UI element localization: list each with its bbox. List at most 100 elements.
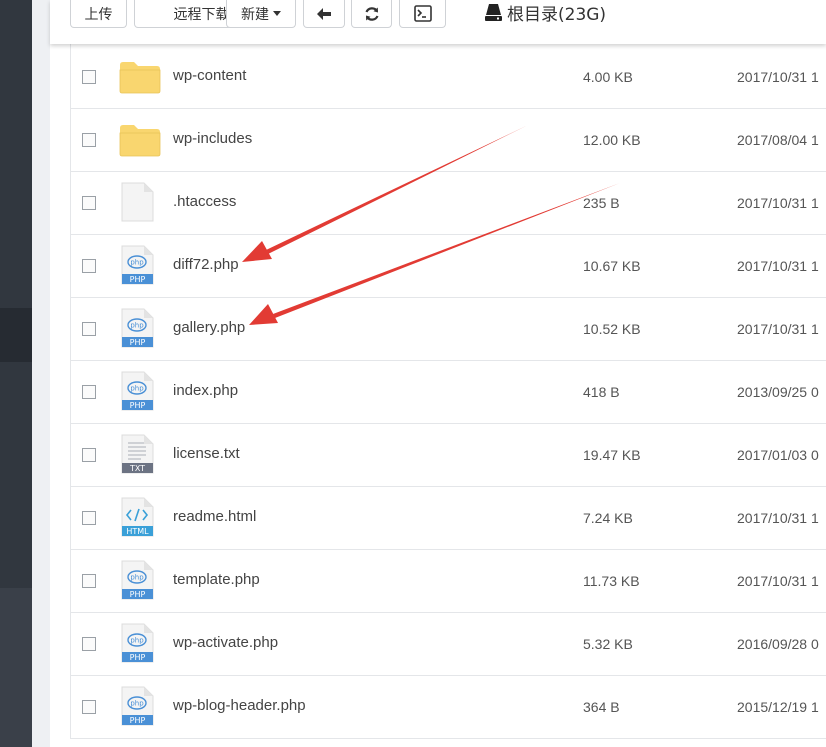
file-name[interactable]: gallery.php: [173, 319, 245, 336]
file-row[interactable]: php PHP gallery.php 10.52 KB 2017/10/31 1: [70, 298, 826, 361]
file-checkbox[interactable]: [82, 385, 96, 399]
svg-text:PHP: PHP: [130, 338, 146, 347]
php-file-icon: php PHP: [119, 686, 155, 731]
file-date: 2017/10/31 1: [737, 69, 819, 85]
caret-down-icon: [273, 11, 281, 16]
file-size: 5.32 KB: [583, 636, 633, 652]
file-date: 2017/10/31 1: [737, 321, 819, 337]
svg-text:HTML: HTML: [126, 527, 149, 536]
svg-text:PHP: PHP: [130, 716, 146, 725]
file-checkbox[interactable]: [82, 259, 96, 273]
file-size: 11.73 KB: [583, 573, 640, 589]
svg-text:php: php: [130, 574, 144, 582]
sidebar-active-item[interactable]: [0, 308, 32, 362]
blank-file-icon: [119, 182, 155, 227]
file-toolbar: 上传 远程下载 新建 根目录(23G): [50, 0, 826, 44]
svg-text:PHP: PHP: [130, 590, 146, 599]
file-checkbox[interactable]: [82, 133, 96, 147]
refresh-icon: [364, 6, 379, 21]
file-checkbox[interactable]: [82, 196, 96, 210]
svg-text:TXT: TXT: [129, 464, 145, 473]
svg-text:php: php: [130, 259, 144, 267]
file-row[interactable]: php PHP wp-blog-header.php 364 B 2015/12/19 …: [70, 676, 826, 739]
file-size: 235 B: [583, 195, 620, 211]
php-file-icon: php PHP: [119, 371, 155, 416]
file-date: 2017/10/31 1: [737, 573, 819, 589]
root-directory-text: 根目录(23G): [507, 4, 607, 25]
file-checkbox[interactable]: [82, 700, 96, 714]
disk-icon: [485, 3, 502, 21]
left-sidebar: [0, 0, 32, 747]
file-checkbox[interactable]: [82, 574, 96, 588]
file-name[interactable]: wp-content: [173, 67, 246, 84]
file-name[interactable]: .htaccess: [173, 193, 236, 210]
file-date: 2017/10/31 1: [737, 510, 819, 526]
file-checkbox[interactable]: [82, 511, 96, 525]
svg-text:PHP: PHP: [130, 401, 146, 410]
file-row[interactable]: php PHP template.php 11.73 KB 2017/10/31 1: [70, 550, 826, 613]
folder-icon: [119, 123, 161, 162]
file-name[interactable]: wp-includes: [173, 130, 252, 147]
new-dropdown-button[interactable]: 新建: [226, 0, 296, 28]
file-date: 2017/08/04 1: [737, 132, 819, 148]
file-size: 19.47 KB: [583, 447, 641, 463]
folder-icon: [119, 60, 161, 99]
file-row[interactable]: php PHP diff72.php 10.67 KB 2017/10/31 1: [70, 235, 826, 298]
file-date: 2017/10/31 1: [737, 258, 819, 274]
terminal-icon: [413, 5, 432, 22]
back-button[interactable]: [303, 0, 345, 28]
html-file-icon: HTML: [119, 497, 155, 542]
file-row[interactable]: php PHP wp-activate.php 5.32 KB 2016/09/28 0: [70, 613, 826, 676]
file-size: 7.24 KB: [583, 510, 633, 526]
file-row[interactable]: php PHP index.php 418 B 2013/09/25 0: [70, 361, 826, 424]
file-row[interactable]: wp-includes 12.00 KB 2017/08/04 1: [70, 109, 826, 172]
file-size: 12.00 KB: [583, 132, 641, 148]
file-date: 2015/12/19 1: [737, 699, 819, 715]
file-row[interactable]: wp-content 4.00 KB 2017/10/31 1: [70, 44, 826, 109]
file-name[interactable]: wp-blog-header.php: [173, 697, 306, 714]
file-row[interactable]: .htaccess 235 B 2017/10/31 1: [70, 172, 826, 235]
svg-text:PHP: PHP: [130, 275, 146, 284]
refresh-button[interactable]: [351, 0, 392, 28]
svg-text:php: php: [130, 700, 144, 708]
arrow-left-icon: [317, 7, 331, 20]
file-name[interactable]: wp-activate.php: [173, 634, 278, 651]
new-button-label: 新建: [241, 6, 269, 23]
file-size: 418 B: [583, 384, 620, 400]
svg-text:php: php: [130, 322, 144, 330]
svg-text:php: php: [130, 385, 144, 393]
remote-download-label: 远程下载: [173, 6, 230, 23]
sidebar-lower-section: [0, 588, 32, 747]
svg-text:php: php: [130, 637, 144, 645]
php-file-icon: php PHP: [119, 308, 155, 353]
terminal-button[interactable]: [399, 0, 446, 28]
upload-button-label: 上传: [84, 6, 113, 23]
file-name[interactable]: diff72.php: [173, 256, 239, 273]
file-date: 2017/01/03 0: [737, 447, 819, 463]
file-size: 364 B: [583, 699, 620, 715]
file-size: 4.00 KB: [583, 69, 633, 85]
svg-text:PHP: PHP: [130, 653, 146, 662]
file-name[interactable]: index.php: [173, 382, 238, 399]
php-file-icon: php PHP: [119, 245, 155, 290]
file-checkbox[interactable]: [82, 637, 96, 651]
file-date: 2016/09/28 0: [737, 636, 819, 652]
root-directory-label[interactable]: 根目录(23G): [484, 0, 607, 25]
file-date: 2013/09/25 0: [737, 384, 819, 400]
file-checkbox[interactable]: [82, 322, 96, 336]
php-file-icon: php PHP: [119, 623, 155, 668]
php-file-icon: php PHP: [119, 560, 155, 605]
file-size: 10.67 KB: [583, 258, 641, 274]
txt-file-icon: TXT: [119, 434, 155, 479]
file-list: wp-content 4.00 KB 2017/10/31 1 wp-includes…: [70, 44, 826, 739]
file-date: 2017/10/31 1: [737, 195, 819, 211]
file-name[interactable]: template.php: [173, 571, 260, 588]
file-row[interactable]: TXT license.txt 19.47 KB 2017/01/03 0: [70, 424, 826, 487]
file-checkbox[interactable]: [82, 448, 96, 462]
upload-button[interactable]: 上传: [70, 0, 127, 28]
file-checkbox[interactable]: [82, 70, 96, 84]
file-name[interactable]: license.txt: [173, 445, 240, 462]
file-size: 10.52 KB: [583, 321, 641, 337]
file-row[interactable]: HTML readme.html 7.24 KB 2017/10/31 1: [70, 487, 826, 550]
file-name[interactable]: readme.html: [173, 508, 256, 525]
